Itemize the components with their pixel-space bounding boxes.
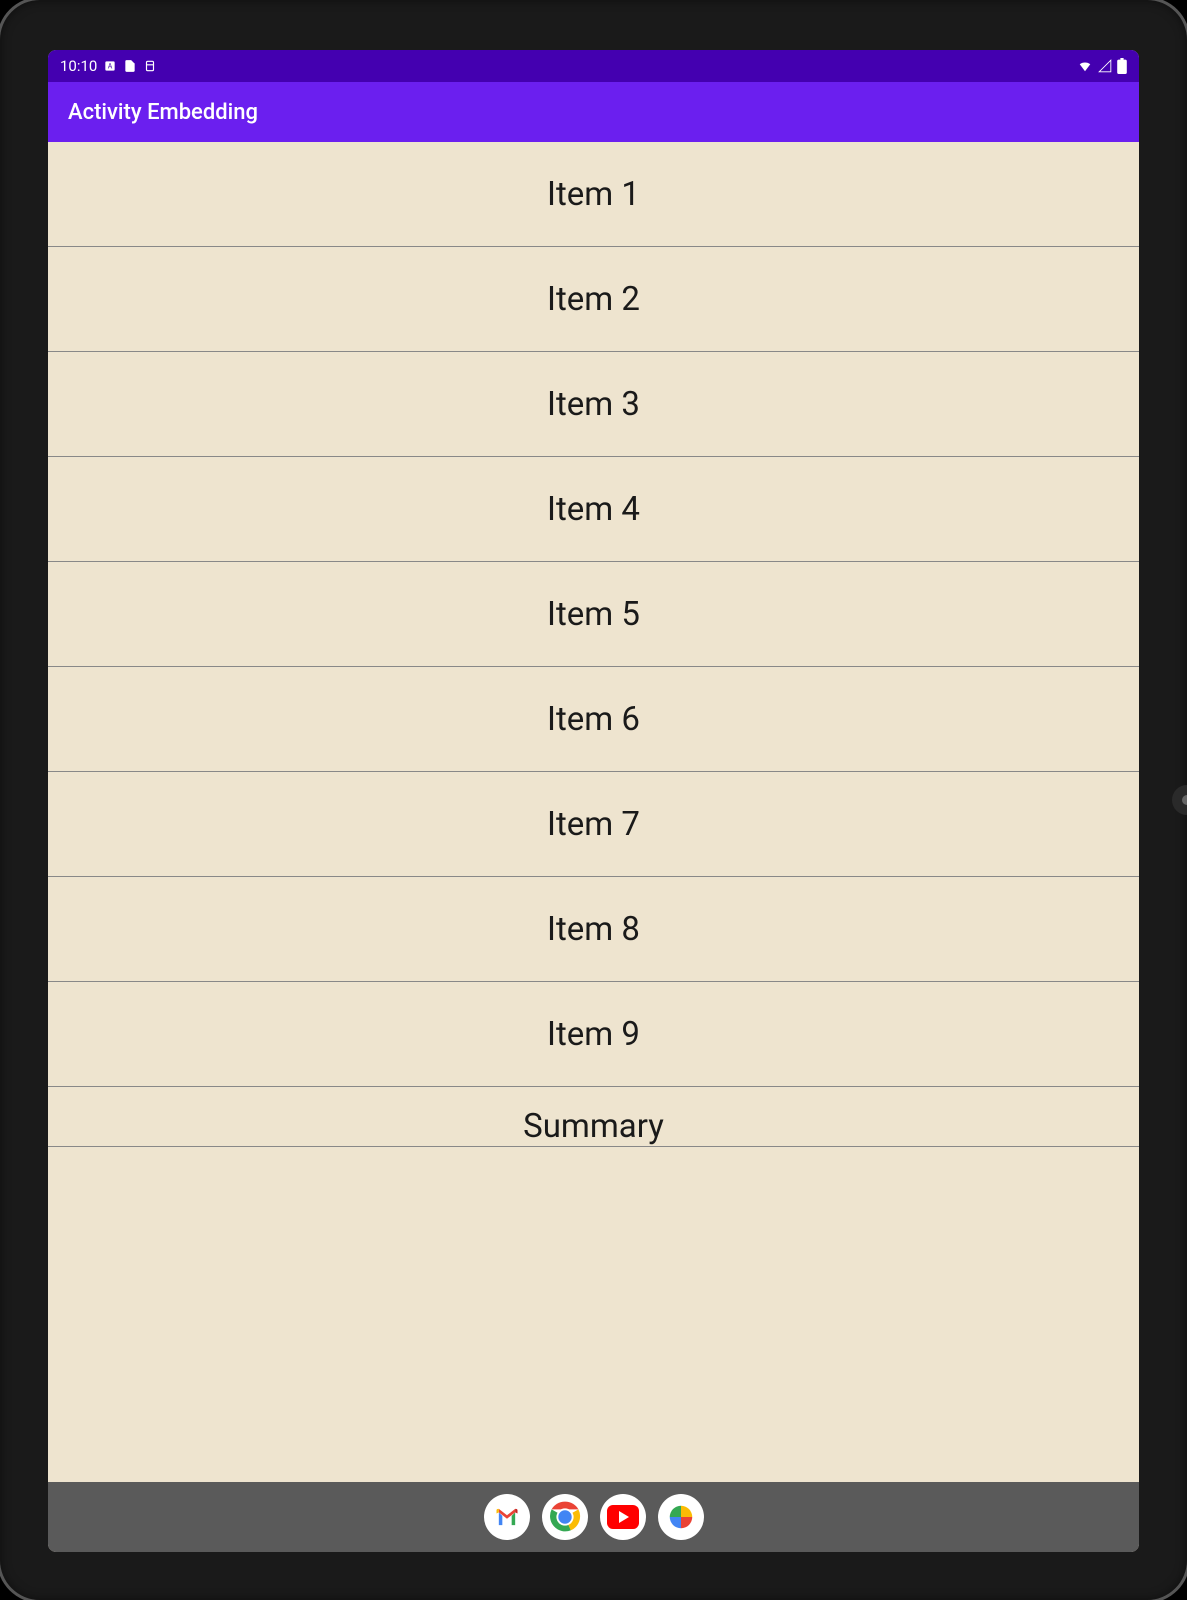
photos-icon[interactable] (658, 1494, 704, 1540)
debug-icon (143, 59, 157, 73)
signal-icon (1097, 59, 1113, 73)
list-item-label: Item 5 (547, 595, 640, 634)
list-item[interactable]: Item 6 (48, 667, 1139, 772)
file-icon (123, 59, 137, 73)
list-item-label: Item 6 (547, 700, 640, 739)
list-item[interactable]: Item 4 (48, 457, 1139, 562)
status-time: 10:10 (60, 57, 97, 75)
list-item[interactable]: Item 1 (48, 142, 1139, 247)
list-item-label: Item 1 (547, 175, 640, 214)
screen: 10:10 A (48, 50, 1139, 1552)
list-item[interactable]: Item 3 (48, 352, 1139, 457)
list-item[interactable]: Item 5 (48, 562, 1139, 667)
list-container[interactable]: Item 1 Item 2 Item 3 Item 4 Item 5 Item … (48, 142, 1139, 1482)
svg-text:A: A (108, 62, 113, 70)
list-item[interactable]: Item 7 (48, 772, 1139, 877)
chrome-icon[interactable] (542, 1494, 588, 1540)
list-item[interactable]: Summary (48, 1087, 1139, 1147)
tablet-frame: 10:10 A (0, 0, 1187, 1600)
list-item-label: Item 9 (547, 1015, 640, 1054)
app-title: Activity Embedding (68, 100, 258, 125)
wifi-icon (1077, 59, 1093, 73)
status-bar-right (1077, 58, 1127, 74)
notification-icon: A (103, 59, 117, 73)
status-bar: 10:10 A (48, 50, 1139, 82)
list-item-label: Summary (523, 1107, 664, 1146)
list-item-label: Item 4 (547, 490, 640, 529)
list-item-label: Item 2 (547, 280, 640, 319)
list-item[interactable]: Item 2 (48, 247, 1139, 352)
youtube-icon[interactable] (600, 1494, 646, 1540)
list-item-label: Item 3 (547, 385, 640, 424)
app-bar: Activity Embedding (48, 82, 1139, 142)
list-item[interactable]: Item 9 (48, 982, 1139, 1087)
tablet-camera (1172, 785, 1187, 815)
status-bar-left: 10:10 A (60, 57, 157, 75)
list-item[interactable]: Item 8 (48, 877, 1139, 982)
list-item-label: Item 8 (547, 910, 640, 949)
navigation-bar (48, 1482, 1139, 1552)
list-item-label: Item 7 (547, 805, 640, 844)
gmail-icon[interactable] (484, 1494, 530, 1540)
battery-icon (1117, 58, 1127, 74)
